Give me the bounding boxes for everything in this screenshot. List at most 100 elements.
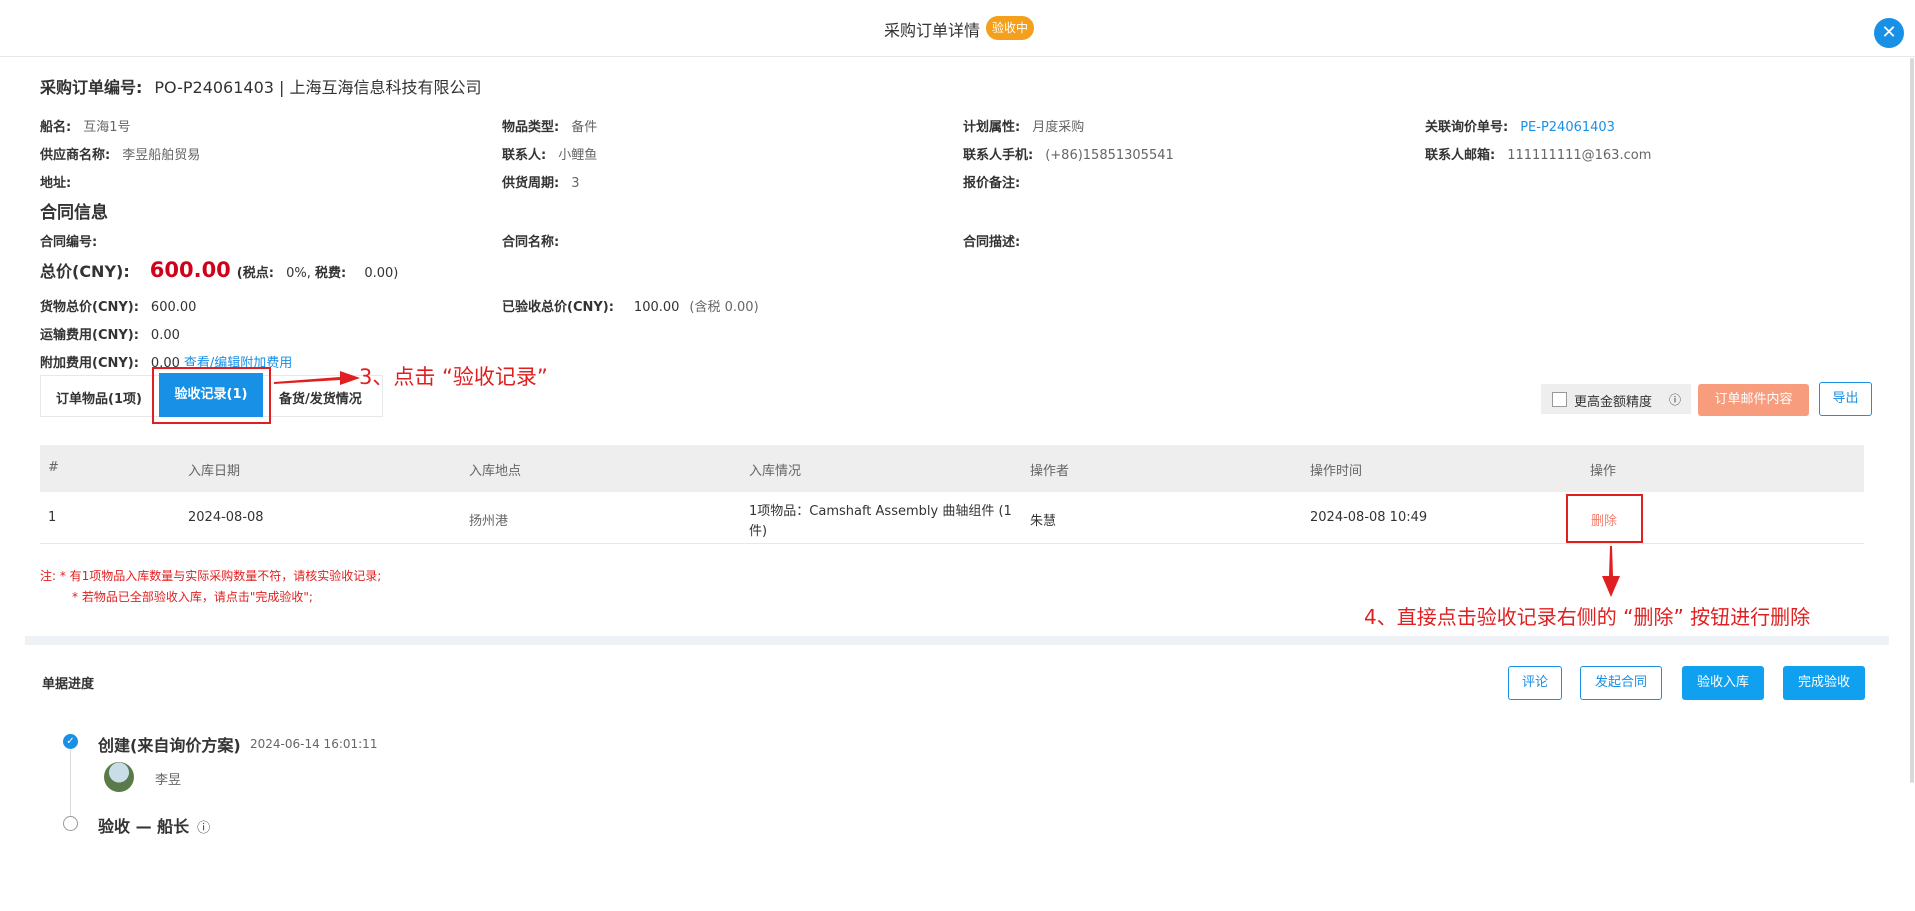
total-price-line: 总价(CNY): 600.00 (税点: 0%, 税费: 0.00) [40, 258, 398, 282]
order-number-label: 采购订单编号: [40, 78, 143, 97]
row-status-line1: 1项物品：Camshaft Assembly 曲轴组件 (1 [749, 504, 1012, 519]
tax-fee-value: 0.00) [364, 266, 399, 281]
progress-title: 单据进度 [42, 677, 95, 692]
shipping-fee-value: 0.00 [150, 328, 180, 343]
complete-acceptance-button[interactable]: 完成验收 [1783, 666, 1865, 700]
plan-field: 计划属性: 月度采购 [963, 116, 1084, 135]
step2-title: 验收 — 船长 ⓘ [98, 813, 210, 837]
quote-note-field: 报价备注: [963, 172, 1020, 191]
col-time: 操作时间 [1310, 464, 1363, 479]
contact-field: 联系人: 小鲤鱼 [502, 144, 597, 163]
contract-section-title: 合同信息 [40, 203, 108, 223]
contact-value: 小鲤鱼 [558, 148, 598, 163]
annotation-box-tab [152, 367, 271, 424]
annotation-arrow-down [1602, 546, 1620, 597]
annotation-step4: 4、直接点击验收记录右侧的 “删除” 按钮进行删除 [1364, 605, 1811, 629]
step2-title-text: 验收 — 船长 [98, 817, 190, 836]
row-date: 2024-08-08 [188, 510, 264, 525]
precision-checkbox[interactable] [1552, 392, 1567, 407]
col-operator: 操作者 [1030, 464, 1070, 479]
accepted-total-field: 已验收总价(CNY): 100.00 (含税 0.00) [502, 296, 759, 315]
check-icon: ✓ [63, 734, 78, 749]
address-label: 地址: [40, 176, 72, 191]
total-value: 600.00 [149, 258, 231, 282]
annotation-arrow-right [274, 371, 360, 385]
goods-total-label: 货物总价(CNY): [40, 300, 139, 315]
row-status-line2: 件) [749, 524, 768, 539]
info-icon[interactable]: ⓘ [197, 821, 210, 836]
accepted-tax: (含税 0.00) [689, 300, 759, 315]
comment-button[interactable]: 评论 [1508, 666, 1562, 700]
tax-rate: 0%, [286, 266, 311, 281]
ship-field: 船名: 互海1号 [40, 116, 130, 135]
step1-title: 创建(来自询价方案) [98, 736, 241, 755]
acceptance-notes: 注: * 有1项物品入库数量与实际采购数量不符，请核实验收记录; * 若物品已全… [40, 566, 381, 608]
inquiry-field: 关联询价单号: PE-P24061403 [1425, 116, 1615, 135]
tab-order-items[interactable]: 订单物品(1项) [56, 388, 142, 407]
tax-open: (税点: [236, 266, 274, 281]
total-label: 总价(CNY): [40, 262, 130, 281]
col-place: 入库地点 [469, 464, 522, 479]
annotation-step3: 3、点击 “验收记录” [359, 365, 548, 389]
supplier-value: 李昱船舶贸易 [122, 148, 201, 163]
address-field: 地址: [40, 172, 71, 191]
note-line1: 注: * 有1项物品入库数量与实际采购数量不符，请核实验收记录; [40, 569, 382, 583]
vertical-scrollbar[interactable] [1910, 58, 1914, 783]
contract-number-label: 合同编号: [40, 235, 98, 250]
supplier-label: 供应商名称: [40, 148, 111, 163]
col-index: # [48, 460, 59, 475]
inquiry-label: 关联询价单号: [1425, 120, 1509, 135]
inquiry-link[interactable]: PE-P24061403 [1520, 120, 1615, 135]
stock-in-button[interactable]: 验收入库 [1682, 666, 1764, 700]
item-type-value: 备件 [571, 120, 598, 135]
supply-cycle-label: 供货周期: [502, 176, 560, 191]
pending-step-icon [63, 816, 78, 831]
email-label: 联系人邮箱: [1425, 148, 1496, 163]
avatar [104, 762, 134, 792]
col-status: 入库情况 [749, 464, 802, 479]
row-place: 扬州港 [469, 514, 509, 529]
shipping-fee-field: 运输费用(CNY): 0.00 [40, 324, 180, 343]
goods-total-value: 600.00 [150, 300, 197, 315]
order-email-button[interactable]: 订单邮件内容 [1698, 384, 1809, 416]
page-title: 采购订单详情 [884, 21, 981, 40]
table-header: # 入库日期 入库地点 入库情况 操作者 操作时间 操作 [40, 445, 1864, 492]
higher-precision-toggle[interactable]: 更高金额精度 ⓘ [1541, 384, 1691, 414]
precision-label: 更高金额精度 [1574, 395, 1653, 410]
contact-label: 联系人: [502, 148, 547, 163]
row-time: 2024-08-08 10:49 [1310, 510, 1428, 525]
note-line2: * 若物品已全部验收入库，请点击"完成验收"; [72, 590, 313, 604]
phone-value: (+86)15851305541 [1045, 148, 1174, 163]
status-badge: 验收中 [986, 16, 1035, 40]
annotation-box-delete [1566, 494, 1643, 543]
close-icon[interactable]: ✕ [1874, 18, 1904, 48]
email-value: 111111111@163.com [1507, 148, 1652, 163]
supply-cycle-value: 3 [571, 176, 580, 191]
item-type-label: 物品类型: [502, 120, 560, 135]
email-field: 联系人邮箱: 111111111@163.com [1425, 144, 1651, 163]
accepted-total-value: 100.00 [633, 300, 680, 315]
ship-label: 船名: [40, 120, 72, 135]
accepted-total-label: 已验收总价(CNY): [502, 300, 614, 315]
timeline-line [70, 750, 71, 816]
goods-total-field: 货物总价(CNY): 600.00 [40, 296, 196, 315]
purchase-order-detail-page: 采购订单详情 验收中 ✕ 采购订单编号: PO-P24061403 | 上海互海信… [0, 0, 1915, 911]
dialog-header: 采购订单详情 验收中 ✕ [0, 0, 1915, 57]
step1-time: 2024-06-14 16:01:11 [250, 737, 378, 751]
contract-desc-label: 合同描述: [963, 235, 1021, 250]
supplier-field: 供应商名称: 李昱船舶贸易 [40, 144, 200, 163]
supply-cycle-field: 供货周期: 3 [502, 172, 579, 191]
phone-label: 联系人手机: [963, 148, 1034, 163]
row-operator: 朱慧 [1030, 514, 1057, 529]
contract-desc-field: 合同描述: [963, 231, 1020, 250]
item-type-field: 物品类型: 备件 [502, 116, 597, 135]
start-contract-button[interactable]: 发起合同 [1580, 666, 1662, 700]
section-divider [25, 636, 1889, 645]
quote-note-label: 报价备注: [963, 176, 1021, 191]
row-index: 1 [48, 510, 57, 525]
order-number-value: PO-P24061403 | 上海互海信息科技有限公司 [154, 78, 482, 97]
plan-label: 计划属性: [963, 120, 1021, 135]
order-number-line: 采购订单编号: PO-P24061403 | 上海互海信息科技有限公司 [40, 74, 482, 98]
info-icon[interactable]: ⓘ [1669, 391, 1681, 408]
export-button[interactable]: 导出 [1819, 382, 1872, 416]
